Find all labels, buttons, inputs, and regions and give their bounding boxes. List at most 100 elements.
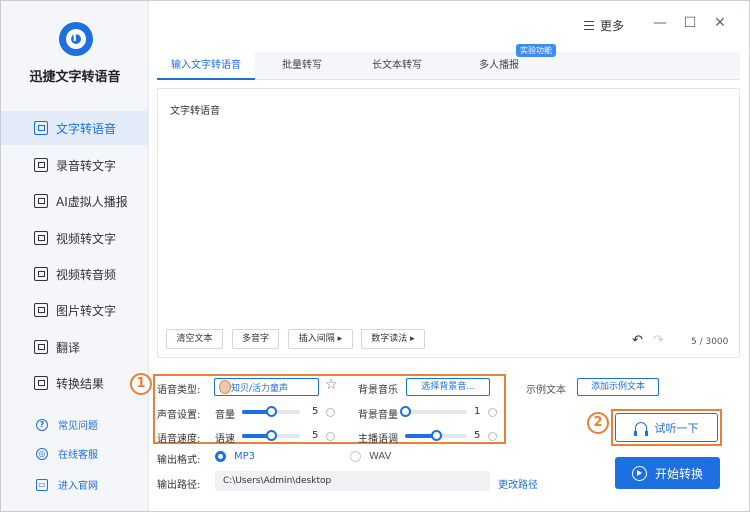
app-logo: T [59, 22, 93, 56]
monitor-icon: ▭ [36, 478, 48, 491]
pitch-reset-icon[interactable] [488, 432, 497, 441]
sidebar-item-recording-to-text[interactable]: 录音转文字 [1, 148, 149, 182]
sidebar-item-text-to-speech[interactable]: 文字转语音 [1, 111, 149, 145]
text-speech-icon [34, 121, 48, 135]
menu-icon [584, 21, 594, 30]
listen-button[interactable]: 试听一下 [615, 413, 718, 442]
tab-bar: 输入文字转语音 批量转写 长文本转写 多人播报 [157, 52, 740, 80]
support-link[interactable]: ◎ 在线客服 [1, 446, 149, 461]
char-count: 5 / 3000 [691, 337, 729, 347]
website-link-label: 进入官网 [58, 481, 98, 492]
play-icon [631, 465, 647, 481]
sidebar-item-label: 视频转音频 [56, 267, 117, 282]
sample-text-label: 示例文本 [526, 385, 566, 396]
sidebar-item-ai-avatar[interactable]: AI虚拟人播报 [1, 184, 149, 218]
undo-icon[interactable]: ↶ [632, 333, 643, 348]
bgm-reset-icon[interactable] [488, 408, 497, 417]
redo-icon[interactable]: ↷ [653, 333, 664, 348]
annotation-two: 2 [587, 412, 609, 434]
question-icon: ? [36, 418, 48, 431]
image-text-icon [34, 303, 48, 317]
sidebar-item-translate[interactable]: 翻译 [1, 330, 149, 364]
sidebar-item-video-to-text[interactable]: 视频转文字 [1, 221, 149, 255]
rate-label: 语速 [215, 434, 235, 445]
number-reading-button[interactable]: 数字读法 ▸ [361, 329, 425, 349]
volume-slider[interactable] [242, 406, 300, 417]
results-icon [34, 376, 48, 390]
pitch-value: 5 [474, 430, 481, 441]
output-path-field[interactable]: C:\Users\Admin\desktop [215, 471, 490, 491]
more-menu-button[interactable]: 更多 [584, 17, 624, 34]
sidebar-item-label: 视频转文字 [56, 231, 117, 246]
start-convert-button[interactable]: 开始转换 [615, 457, 720, 489]
star-icon[interactable]: ☆ [325, 377, 338, 393]
listen-label: 试听一下 [654, 421, 699, 435]
video-text-icon [34, 231, 48, 245]
app-title: 迅捷文字转语音 [29, 70, 121, 85]
pitch-knob[interactable] [431, 430, 442, 441]
sidebar-item-label: 转换结果 [56, 376, 105, 391]
path-label: 输出路径: [157, 480, 201, 491]
sidebar-item-results[interactable]: 转换结果 [1, 366, 149, 400]
rate-knob[interactable] [266, 430, 277, 441]
maximize-button[interactable]: ☐ [681, 14, 699, 32]
sound-setting-label: 声音设置: [157, 410, 201, 421]
voice-avatar [219, 380, 231, 394]
polyphone-button[interactable]: 多音字 [232, 329, 279, 349]
annotation-one: 1 [130, 373, 152, 395]
editor-content[interactable]: 文字转语音 [170, 102, 220, 117]
video-audio-icon [34, 267, 48, 281]
website-link[interactable]: ▭ 进入官网 [1, 477, 149, 492]
close-button[interactable]: ✕ [711, 14, 729, 32]
volume-value: 5 [312, 406, 319, 417]
translate-icon [34, 340, 48, 354]
format-label: 输出格式: [157, 455, 201, 466]
tab-input-text[interactable]: 输入文字转语音 [157, 52, 255, 80]
help-link-label: 常见问题 [58, 421, 98, 432]
volume-knob[interactable] [266, 406, 277, 417]
sidebar-item-label: 翻译 [56, 340, 81, 355]
change-path-link[interactable]: 更改路径 [498, 476, 538, 491]
rate-reset-icon[interactable] [326, 432, 335, 441]
ai-avatar-icon [34, 194, 48, 208]
minimize-button[interactable]: — [651, 14, 669, 32]
recording-icon [34, 158, 48, 172]
wav-label[interactable]: WAV [369, 451, 391, 462]
experimental-badge: 实验功能 [516, 44, 556, 57]
start-label: 开始转换 [654, 466, 703, 481]
sidebar-item-label: 文字转语音 [56, 121, 117, 136]
bgm-volume-slider[interactable] [400, 406, 467, 417]
voice-type-label: 语音类型: [157, 385, 201, 396]
sidebar-item-label: AI虚拟人播报 [56, 194, 128, 209]
bgm-volume-knob[interactable] [400, 406, 411, 417]
choose-bgm-button[interactable]: 选择背景音... [406, 378, 490, 396]
clear-text-button[interactable]: 清空文本 [166, 329, 223, 349]
headset-icon: ◎ [36, 447, 48, 460]
volume-label: 音量 [215, 410, 235, 421]
tab-batch[interactable]: 批量转写 [262, 52, 342, 80]
support-link-label: 在线客服 [58, 450, 98, 461]
mp3-radio[interactable] [215, 451, 226, 462]
sidebar-item-label: 录音转文字 [56, 158, 117, 173]
volume-reset-icon[interactable] [326, 408, 335, 417]
pitch-slider[interactable] [405, 430, 467, 441]
voice-select-button[interactable]: 知贝/活力童声 [214, 378, 319, 396]
mp3-label[interactable]: MP3 [234, 451, 255, 462]
bgm-label: 背景音乐 [358, 385, 398, 396]
speed-label: 语音速度: [157, 434, 201, 445]
text-editor[interactable]: 文字转语音 清空文本 多音字 插入间隔 ▸ 数字读法 ▸ ↶ ↷ 5 / 300… [157, 88, 740, 358]
pitch-label: 主播语调 [358, 434, 398, 445]
sidebar-item-label: 图片转文字 [56, 303, 117, 318]
bgm-volume-value: 1 [474, 406, 481, 417]
rate-slider[interactable] [242, 430, 300, 441]
voice-name: 知贝/活力童声 [231, 383, 289, 394]
tab-long-text[interactable]: 长文本转写 [357, 52, 437, 80]
more-label: 更多 [600, 19, 625, 33]
sidebar-item-image-to-text[interactable]: 图片转文字 [1, 293, 149, 327]
help-link[interactable]: ? 常见问题 [1, 417, 149, 432]
headphone-icon [633, 422, 648, 436]
wav-radio[interactable] [350, 451, 361, 462]
sidebar-item-video-to-audio[interactable]: 视频转音频 [1, 257, 149, 291]
insert-pause-button[interactable]: 插入间隔 ▸ [288, 329, 353, 349]
add-sample-button[interactable]: 添加示例文本 [577, 378, 659, 396]
